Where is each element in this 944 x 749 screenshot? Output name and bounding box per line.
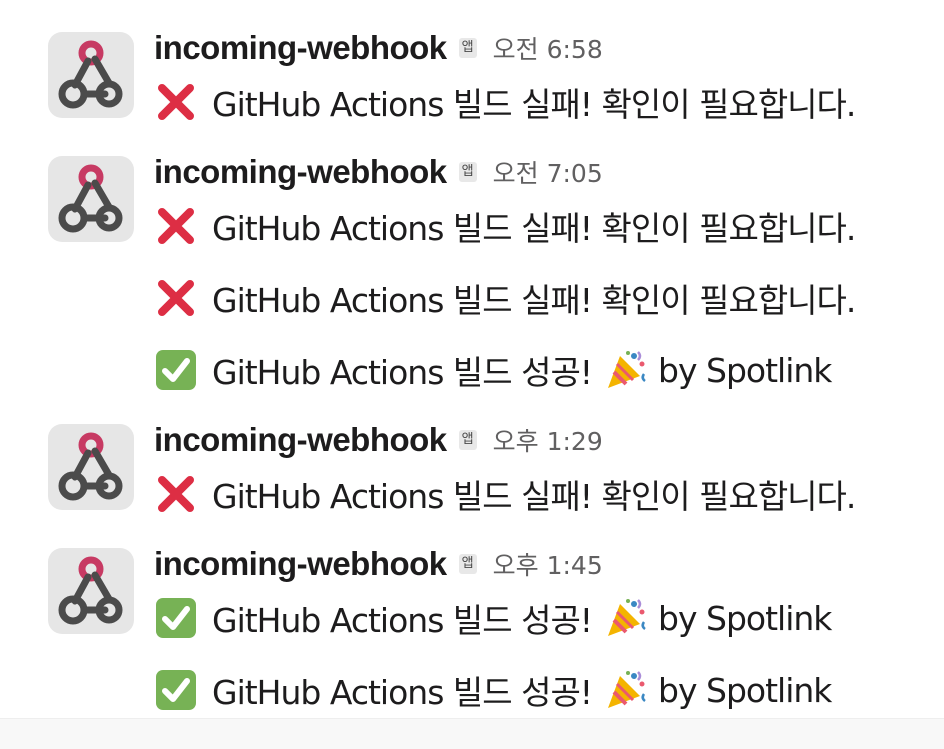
message-text: GitHub Actions 빌드 실패! 확인이 필요합니다. xyxy=(154,196,856,256)
app-badge: 앱 xyxy=(458,162,477,182)
sender-name[interactable]: incoming-webhook xyxy=(154,153,447,191)
check-mark-icon xyxy=(154,348,198,392)
message-body: GitHub Actions 빌드 성공! xyxy=(212,353,593,392)
message-text: GitHub Actions 빌드 성공! by Spotlink xyxy=(154,660,832,720)
timestamp[interactable]: 오전 6:58 xyxy=(493,30,603,66)
cross-mark-icon xyxy=(154,204,198,248)
webhook-icon xyxy=(57,431,125,503)
message-feed: incoming-webhook 앱 오전 6:58 GitHub Action… xyxy=(0,0,944,749)
message-body: GitHub Actions 빌드 성공! xyxy=(212,673,593,712)
sender-name[interactable]: incoming-webhook xyxy=(154,29,447,67)
message-suffix: by Spotlink xyxy=(658,670,832,710)
message-body: GitHub Actions 빌드 성공! xyxy=(212,601,593,640)
timestamp[interactable]: 오후 1:29 xyxy=(493,422,603,458)
message-header: incoming-webhook 앱 오전 7:05 xyxy=(154,150,603,194)
app-badge: 앱 xyxy=(458,38,477,58)
message-body: GitHub Actions 빌드 실패! 확인이 필요합니다. xyxy=(212,209,856,248)
sender-name[interactable]: incoming-webhook xyxy=(154,421,447,459)
message-body: GitHub Actions 빌드 실패! 확인이 필요합니다. xyxy=(212,477,856,516)
cross-mark-icon xyxy=(154,276,198,320)
message-text: GitHub Actions 빌드 실패! 확인이 필요합니다. xyxy=(154,72,856,132)
party-popper-icon xyxy=(604,348,648,392)
message-text: GitHub Actions 빌드 실패! 확인이 필요합니다. xyxy=(154,268,856,328)
message-text: GitHub Actions 빌드 성공! by Spotlink xyxy=(154,340,832,400)
sender-name[interactable]: incoming-webhook xyxy=(154,545,447,583)
check-mark-icon xyxy=(154,596,198,640)
timestamp[interactable]: 오후 1:45 xyxy=(493,546,603,582)
message-body: GitHub Actions 빌드 실패! 확인이 필요합니다. xyxy=(212,281,856,320)
message-text: GitHub Actions 빌드 실패! 확인이 필요합니다. xyxy=(154,464,856,524)
message-body: GitHub Actions 빌드 실패! 확인이 필요합니다. xyxy=(212,85,856,124)
app-badge: 앱 xyxy=(458,554,477,574)
message-suffix: by Spotlink xyxy=(658,598,832,638)
timestamp[interactable]: 오전 7:05 xyxy=(493,154,603,190)
avatar[interactable] xyxy=(48,32,134,118)
party-popper-icon xyxy=(604,668,648,712)
message-header: incoming-webhook 앱 오후 1:45 xyxy=(154,542,603,586)
check-mark-icon xyxy=(154,668,198,712)
message-suffix: by Spotlink xyxy=(658,350,832,390)
webhook-icon xyxy=(57,163,125,235)
webhook-icon xyxy=(57,39,125,111)
webhook-icon xyxy=(57,555,125,627)
cross-mark-icon xyxy=(154,472,198,516)
avatar[interactable] xyxy=(48,156,134,242)
avatar[interactable] xyxy=(48,424,134,510)
bottom-divider xyxy=(0,718,944,749)
message-text: GitHub Actions 빌드 성공! by Spotlink xyxy=(154,588,832,648)
message-header: incoming-webhook 앱 오전 6:58 xyxy=(154,26,603,70)
party-popper-icon xyxy=(604,596,648,640)
avatar[interactable] xyxy=(48,548,134,634)
app-badge: 앱 xyxy=(458,430,477,450)
message-header: incoming-webhook 앱 오후 1:29 xyxy=(154,418,603,462)
cross-mark-icon xyxy=(154,80,198,124)
